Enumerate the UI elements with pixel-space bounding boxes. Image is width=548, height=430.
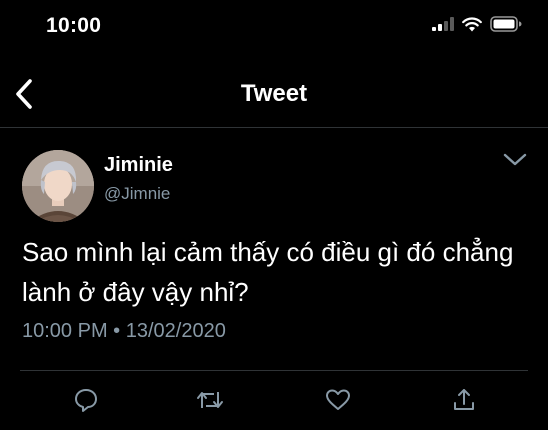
retweet-button[interactable] xyxy=(196,388,224,416)
reply-button[interactable] xyxy=(72,388,100,416)
like-button[interactable] xyxy=(324,388,352,416)
tweet-time: 10:00 PM xyxy=(22,320,108,342)
status-time: 10:00 xyxy=(46,14,102,37)
reply-icon xyxy=(73,387,99,418)
tweet-timestamp: 10:00 PM • 13/02/2020 xyxy=(22,320,226,343)
retweet-icon xyxy=(196,387,224,418)
status-icons xyxy=(432,16,522,37)
page-title: Tweet xyxy=(240,80,308,107)
battery-icon xyxy=(490,16,522,37)
more-options-button[interactable] xyxy=(500,150,530,174)
author-name[interactable]: Jiminie xyxy=(104,154,173,177)
author-handle[interactable]: @Jimnie xyxy=(104,184,170,204)
meta-separator: • xyxy=(113,320,121,342)
signal-icon xyxy=(432,17,454,36)
nav-divider xyxy=(0,127,548,128)
share-button[interactable] xyxy=(450,388,478,416)
share-icon xyxy=(452,387,476,418)
wifi-icon xyxy=(462,16,482,37)
tweet-date: 13/02/2020 xyxy=(125,320,226,342)
chevron-down-icon xyxy=(503,153,527,172)
action-divider xyxy=(20,370,528,371)
avatar[interactable] xyxy=(22,150,94,222)
like-icon xyxy=(325,388,351,417)
tweet-text: Sao mình lại cảm thấy có điều gì đó chẳn… xyxy=(22,237,514,307)
